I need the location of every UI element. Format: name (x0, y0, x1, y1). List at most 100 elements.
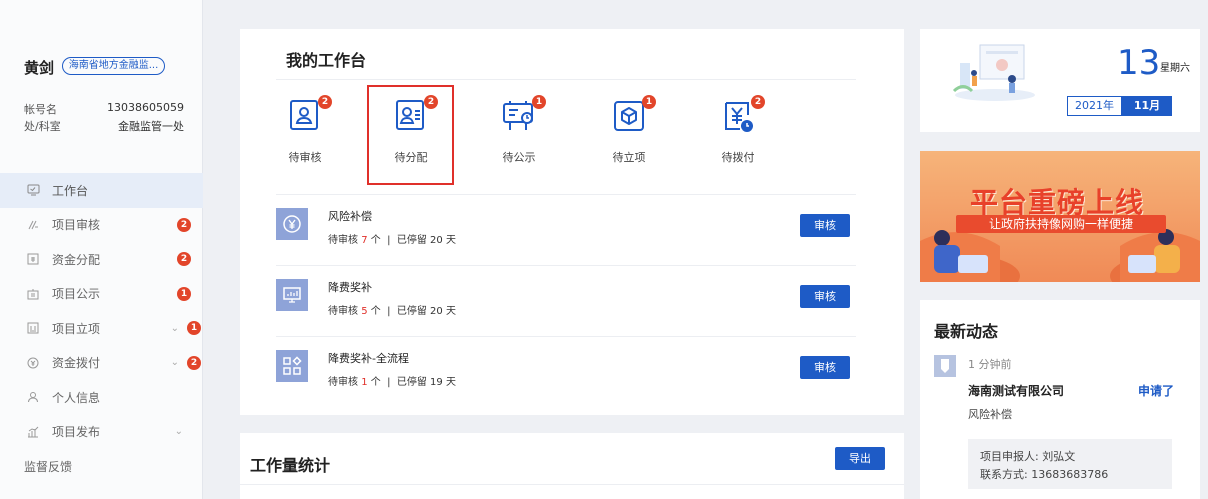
publish-icon (26, 425, 40, 439)
project-icon (26, 321, 40, 335)
sidebar-item-label: 项目发布 (52, 425, 101, 440)
news-title: 最新动态 (934, 322, 999, 341)
divider (276, 336, 856, 337)
stay-label: 已停留 (396, 377, 427, 388)
export-button[interactable]: 导出 (835, 447, 885, 470)
stay-label: 已停留 (396, 306, 427, 317)
pending-label: 待审核 (328, 235, 358, 246)
avatar (934, 355, 956, 377)
count-unit: 个 (370, 306, 381, 317)
news-card: 最新动态 1 分钟前 海南测试有限公司 申请了 风险补偿 项目申报人: 刘弘文 … (920, 300, 1200, 499)
sidebar-item-project-audit[interactable]: 项目审核 2 (0, 208, 203, 243)
menu-badge: 2 (177, 252, 191, 267)
sidebar-item-project-publicity[interactable]: 项目公示 1 (0, 277, 203, 312)
workspace-title: 我的工作台 (286, 51, 367, 70)
calendar-card: 13 星期六 2021年 11月 (920, 29, 1200, 132)
news-company[interactable]: 海南测试有限公司 (968, 382, 1064, 399)
desktop-icon (26, 183, 40, 197)
sidebar-item-fund-allocation[interactable]: 资金分配 2 (0, 242, 203, 277)
task-pending-review[interactable]: 2 待审核 (270, 95, 340, 165)
task-count: 2 (318, 95, 332, 109)
contact: 联系方式: 13683683786 (980, 468, 1109, 481)
calendar-day: 13 (1117, 43, 1161, 83)
sidebar-item-label: 个人信息 (52, 390, 101, 405)
sidebar-item-feedback[interactable]: 监督反馈 (0, 449, 203, 484)
allocate-icon (26, 252, 40, 266)
pending-count: 7 (361, 235, 368, 246)
pending-count: 5 (361, 306, 368, 317)
account-row: 帐号名 13038605059 (24, 101, 184, 117)
list-item: 风险补偿 待审核 7 个 | 已停留 20 天 审核 (276, 196, 856, 266)
separator: | (387, 377, 391, 388)
days-unit: 天 (445, 306, 456, 317)
project-cube-icon: 1 (612, 95, 656, 133)
sidebar-item-label: 工作台 (52, 183, 89, 198)
audit-button[interactable]: 审核 (800, 285, 850, 308)
task-pending-publicity[interactable]: 1 待公示 (484, 95, 554, 165)
certificate-illustration (950, 41, 1040, 103)
sidebar-item-workspace[interactable]: 工作台 (0, 173, 203, 208)
calendar-month[interactable]: 11月 (1122, 96, 1172, 116)
audit-button[interactable]: 审核 (800, 356, 850, 379)
sidebar-item-label: 监督反馈 (24, 459, 73, 474)
calendar-weekday: 星期六 (1160, 63, 1190, 74)
item-name: 降费奖补-全流程 (328, 352, 409, 365)
task-label: 待立项 (612, 151, 646, 164)
yen-circle-icon (276, 208, 308, 240)
chevron-down-icon: ⌄ (170, 357, 179, 369)
user-name: 黄剑 (24, 59, 55, 77)
promo-banner[interactable]: 平台重磅上线 让政府扶持像网购一样便捷 (920, 151, 1200, 282)
dept-row: 处/科室 金融监管一处 (24, 118, 184, 134)
pending-label: 待审核 (328, 377, 358, 388)
calendar-year[interactable]: 2021年 (1067, 96, 1122, 116)
task-label: 待拨付 (721, 151, 755, 164)
list-item: 降费奖补-全流程 待审核 1 个 | 已停留 19 天 审核 (276, 338, 856, 408)
sidebar-item-fund-payment[interactable]: 资金拨付 ⌄ 2 (0, 346, 203, 381)
sidebar-item-label: 资金拨付 (52, 356, 101, 371)
audit-button[interactable]: 审核 (800, 214, 850, 237)
account-label: 帐号名 (24, 103, 57, 116)
pending-label: 待审核 (328, 306, 358, 317)
sidebar-item-project-publish[interactable]: 项目发布 ⌄ (0, 415, 203, 450)
item-meta: 待审核 5 个 | 已停留 20 天 (328, 302, 456, 317)
sidebar-menu: 工作台 项目审核 2 资金分配 2 项目公示 1 项目立项 ⌄ 1 资金拨付 ⌄… (0, 173, 203, 484)
news-detail-box: 项目申报人: 刘弘文 联系方式: 13683683786 (968, 439, 1172, 489)
news-type: 风险补偿 (968, 408, 1012, 421)
task-label: 待审核 (288, 151, 322, 164)
news-action[interactable]: 申请了 (1138, 382, 1174, 399)
item-name: 风险补偿 (328, 210, 372, 223)
menu-badge: 2 (177, 217, 191, 232)
count-unit: 个 (370, 377, 381, 388)
divider (240, 484, 904, 485)
chevron-down-icon: ⌄ (170, 322, 179, 334)
days-unit: 天 (445, 235, 456, 246)
sidebar: 黄剑 海南省地方金融监... 帐号名 13038605059 处/科室 金融监管… (0, 0, 203, 499)
review-icon: 2 (288, 95, 332, 133)
stay-days: 19 (430, 377, 443, 388)
task-pending-payment[interactable]: 2 待拨付 (703, 95, 773, 165)
stay-label: 已停留 (396, 235, 427, 246)
days-unit: 天 (445, 377, 456, 388)
workload-card: 工作量统计 导出 (240, 433, 904, 499)
sidebar-item-personal-info[interactable]: 个人信息 (0, 380, 203, 415)
audit-icon (26, 218, 40, 232)
sidebar-item-label: 项目立项 (52, 321, 101, 336)
menu-badge: 2 (187, 355, 201, 370)
task-pending-project[interactable]: 1 待立项 (594, 95, 664, 165)
task-label: 待公示 (502, 151, 536, 164)
pending-count: 1 (361, 377, 368, 388)
sidebar-item-label: 资金分配 (52, 252, 101, 267)
menu-badge: 1 (177, 286, 191, 301)
divider (276, 79, 856, 80)
selection-highlight (367, 85, 454, 185)
grid-apps-icon (276, 350, 308, 382)
task-count: 1 (642, 95, 656, 109)
workload-title: 工作量统计 (250, 456, 331, 475)
sidebar-item-project-approval[interactable]: 项目立项 ⌄ 1 (0, 311, 203, 346)
item-meta: 待审核 1 个 | 已停留 19 天 (328, 373, 456, 388)
user-icon (26, 390, 40, 404)
stay-days: 20 (430, 306, 443, 317)
task-count: 2 (751, 95, 765, 109)
payment-icon (26, 356, 40, 370)
chevron-down-icon: ⌄ (174, 426, 183, 438)
